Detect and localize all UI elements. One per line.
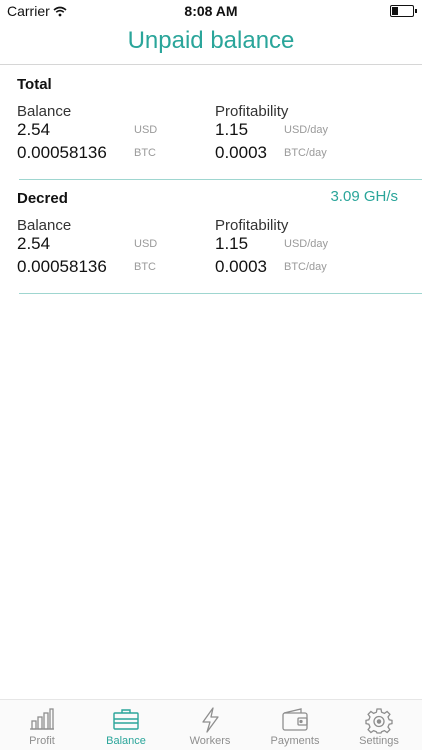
tab-label: Balance	[106, 735, 146, 747]
tab-label: Payments	[270, 735, 320, 747]
balance-label: Balance	[17, 103, 72, 120]
battery-icon	[390, 5, 417, 17]
balance-usd-unit: USD	[134, 124, 158, 136]
card-divider	[19, 293, 422, 294]
balance-btc-value: 0.00058136	[17, 257, 107, 276]
tab-balance[interactable]: Balance	[84, 700, 168, 750]
tab-label: Workers	[189, 735, 231, 747]
decred-card[interactable]: Decred 3.09 GH/s Balance Profitability 2…	[0, 180, 422, 294]
profit-usd-unit: USD/day	[284, 238, 329, 250]
card-title: Total	[17, 76, 52, 93]
app-screen: Carrier 8:08 AM Unpaid balance Total Bal…	[0, 0, 422, 750]
wallet-icon	[253, 707, 337, 736]
status-bar: Carrier 8:08 AM	[0, 0, 422, 22]
balance-usd-value: 2.54	[17, 234, 51, 253]
bar-chart-icon	[0, 707, 84, 736]
hashrate-label: 3.09 GH/s	[330, 188, 398, 205]
profit-usd-unit: USD/day	[284, 124, 329, 136]
balance-label: Balance	[17, 217, 72, 234]
profitability-label: Profitability	[215, 217, 289, 234]
balance-btc-unit: BTC	[134, 147, 156, 159]
profit-btc-unit: BTC/day	[284, 261, 327, 273]
balance-btc-value: 0.00058136	[17, 143, 107, 162]
tab-label: Settings	[359, 735, 399, 747]
tab-bar: Profit Balance Workers Payments Settings	[0, 699, 422, 750]
tab-settings[interactable]: Settings	[337, 700, 421, 750]
profit-usd-value: 1.15	[215, 234, 249, 253]
profitability-label: Profitability	[215, 103, 289, 120]
tab-workers[interactable]: Workers	[168, 700, 252, 750]
profit-btc-value: 0.0003	[215, 143, 267, 162]
status-time: 8:08 AM	[184, 3, 238, 19]
briefcase-icon	[84, 707, 168, 736]
balance-usd-unit: USD	[134, 238, 158, 250]
page-title: Unpaid balance	[127, 27, 295, 54]
tab-label: Profit	[29, 735, 55, 747]
tab-payments[interactable]: Payments	[253, 700, 337, 750]
total-card: Total Balance Profitability 2.54 USD 1.1…	[0, 66, 422, 180]
lightning-icon	[168, 707, 252, 738]
tab-profit[interactable]: Profit	[0, 700, 84, 750]
header-divider	[0, 64, 422, 65]
card-title: Decred	[17, 190, 68, 207]
profit-usd-value: 1.15	[215, 120, 249, 139]
balance-usd-value: 2.54	[17, 120, 51, 139]
balance-btc-unit: BTC	[134, 261, 156, 273]
profit-btc-value: 0.0003	[215, 257, 267, 276]
profit-btc-unit: BTC/day	[284, 147, 327, 159]
